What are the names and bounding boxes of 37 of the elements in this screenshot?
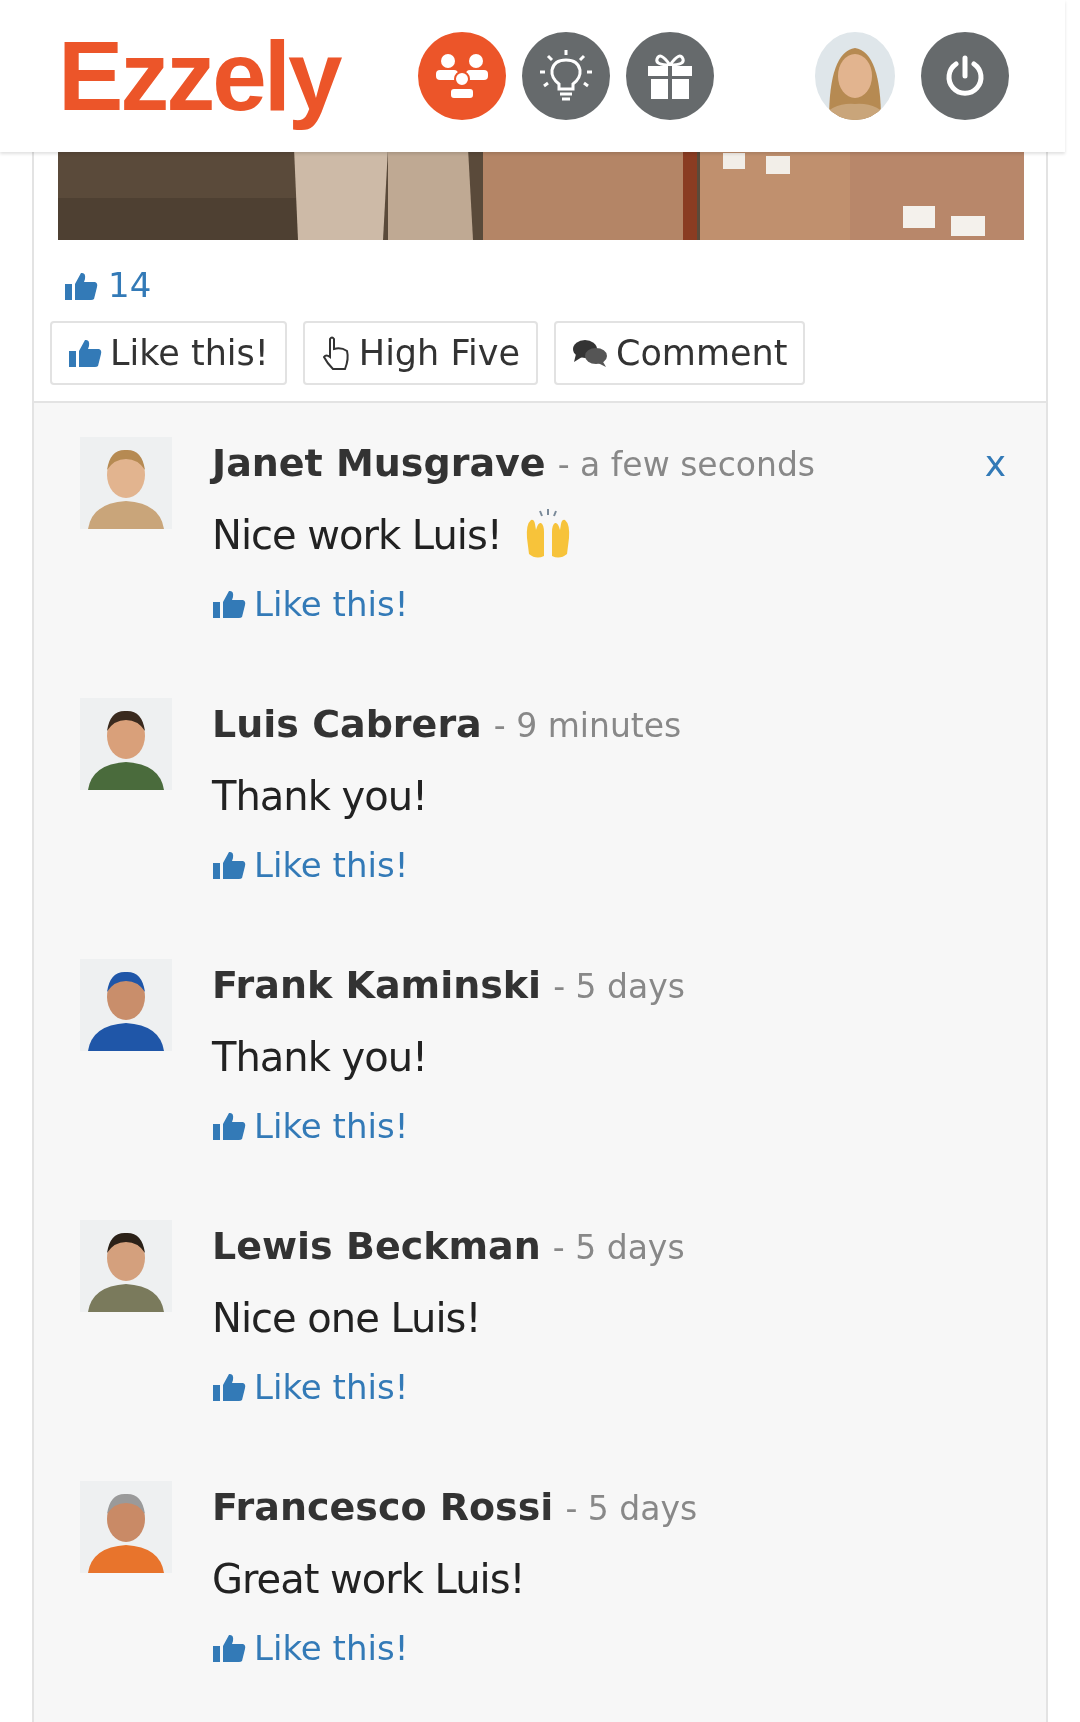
comment-time: - 5 days (553, 966, 685, 1008)
thumbs-up-icon (212, 589, 246, 619)
thumbs-up-icon (212, 1633, 246, 1663)
commenter-name[interactable]: Francesco Rossi (212, 1479, 554, 1535)
pointing-hand-icon (320, 335, 351, 371)
comment-time: - a few seconds (557, 444, 816, 486)
commenter-name[interactable]: Luis Cabrera (212, 696, 482, 752)
commenter-name[interactable]: Janet Musgrave (212, 435, 546, 491)
thumbs-up-icon (212, 1111, 246, 1141)
comment-time: - 9 minutes (493, 705, 682, 747)
like-link[interactable]: Like this! (212, 1623, 409, 1673)
comment-text: Nice work Luis! (212, 511, 502, 560)
people-icon (433, 53, 490, 99)
comment-text: Nice one Luis! (212, 1294, 481, 1343)
like-link[interactable]: Like this! (212, 1101, 409, 1151)
thumbs-up-icon (64, 270, 98, 301)
comment-time: - 5 days (552, 1227, 685, 1269)
thumbs-up-icon (212, 1372, 246, 1402)
thumbs-up-icon (68, 338, 102, 368)
comment-text: Great work Luis! (212, 1555, 525, 1604)
comment-text: Thank you! (212, 1033, 428, 1082)
logo[interactable]: Ezzely (58, 14, 340, 138)
delete-button[interactable]: x (984, 436, 1006, 492)
commenter-name[interactable]: Frank Kaminski (212, 957, 542, 1013)
like-count: 14 (108, 264, 152, 307)
comment-text: Thank you! (212, 772, 428, 821)
comment-time: - 5 days (565, 1488, 698, 1530)
high-five-button[interactable]: High Five (302, 321, 538, 385)
speech-bubbles-icon (571, 338, 608, 368)
commenter-name[interactable]: Lewis Beckman (212, 1218, 541, 1274)
thumbs-up-icon (212, 850, 246, 880)
like-button[interactable]: Like this! (50, 321, 287, 385)
comment-button[interactable]: Comment (553, 321, 806, 385)
like-link[interactable]: Like this! (212, 840, 409, 890)
like-link[interactable]: Like this! (212, 1362, 409, 1412)
lightbulb-icon (537, 48, 594, 104)
like-link[interactable]: Like this! (212, 579, 409, 629)
